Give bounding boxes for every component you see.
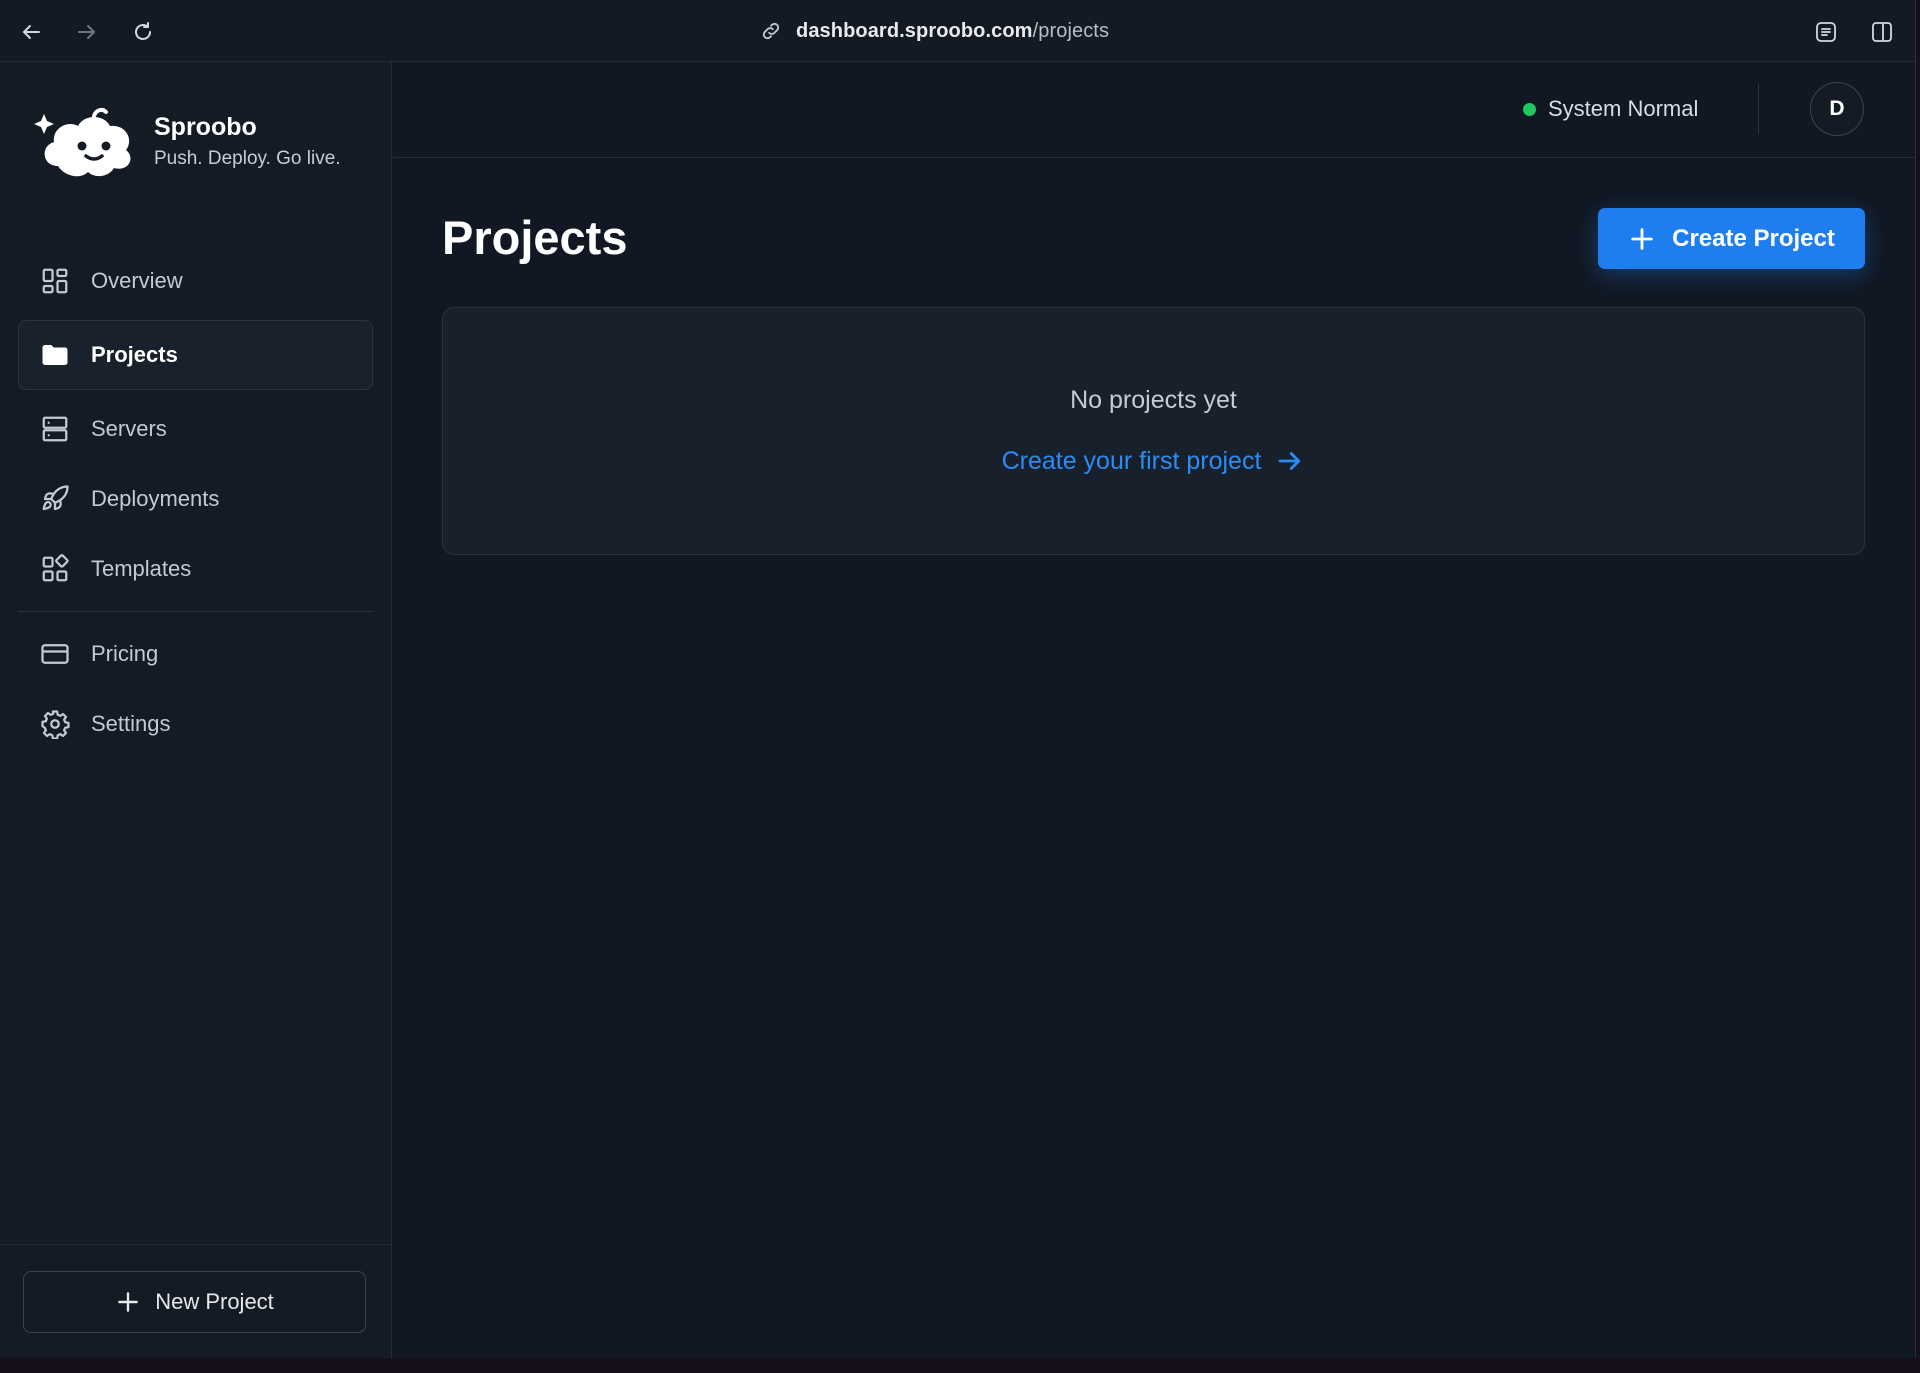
sidebar-item-label: Pricing — [91, 641, 159, 666]
create-project-button[interactable]: Create Project — [1598, 208, 1865, 269]
status-dot-icon — [1523, 102, 1536, 116]
back-icon[interactable] — [18, 19, 44, 45]
sidebar-item-label: Settings — [91, 711, 171, 736]
sidebar-item-projects[interactable]: Projects — [18, 320, 373, 390]
url-host: dashboard.sproobo.com — [796, 19, 1033, 42]
split-view-icon[interactable] — [1869, 19, 1895, 45]
create-project-label: Create Project — [1672, 224, 1835, 252]
brand-tagline: Push. Deploy. Go live. — [154, 147, 341, 169]
sidebar-item-templates[interactable]: Templates — [18, 534, 373, 604]
sidebar-item-label: Projects — [91, 342, 178, 367]
reload-icon[interactable] — [130, 19, 156, 45]
url-path: /projects — [1032, 19, 1110, 42]
page-title: Projects — [442, 211, 628, 264]
empty-state-card: No projects yet Create your first projec… — [442, 307, 1865, 555]
sidebar-divider — [18, 611, 373, 612]
credit-card-icon — [39, 638, 71, 670]
status-text: System Normal — [1548, 96, 1699, 121]
extension-icon[interactable] — [1813, 19, 1839, 45]
grid-icon — [39, 265, 71, 297]
sidebar-item-servers[interactable]: Servers — [18, 394, 373, 464]
create-first-project-label: Create your first project — [1001, 446, 1262, 475]
folder-icon — [39, 339, 71, 371]
link-icon — [762, 22, 780, 40]
plus-icon — [118, 1292, 139, 1312]
rocket-icon — [39, 483, 71, 515]
url-text: dashboard.sproobo.com/projects — [796, 20, 1109, 43]
create-first-project-link[interactable]: Create your first project — [443, 446, 1864, 476]
system-status[interactable]: System Normal — [1523, 96, 1698, 122]
sidebar-item-label: Overview — [91, 268, 183, 293]
sidebar-item-label: Templates — [91, 556, 192, 581]
topbar: System Normal D — [393, 62, 1915, 158]
templates-icon — [39, 553, 71, 585]
server-icon — [39, 413, 71, 445]
sidebar-item-settings[interactable]: Settings — [18, 689, 373, 759]
sidebar-footer: New Project — [0, 1244, 391, 1358]
sproobo-logo-icon — [34, 107, 131, 177]
topbar-divider — [1758, 84, 1759, 134]
sidebar-item-label: Servers — [91, 416, 167, 441]
brand[interactable]: Sproobo Push. Deploy. Go live. — [34, 96, 341, 184]
new-project-button[interactable]: New Project — [23, 1271, 366, 1333]
sidebar-nav: Overview Projects Servers Deployments Te… — [18, 246, 373, 759]
sidebar-item-pricing[interactable]: Pricing — [18, 619, 373, 689]
sidebar: Sproobo Push. Deploy. Go live. Overview … — [0, 62, 392, 1358]
sidebar-item-deployments[interactable]: Deployments — [18, 464, 373, 534]
plus-icon — [1631, 227, 1653, 250]
arrow-right-icon — [1279, 452, 1301, 470]
browser-toolbar: dashboard.sproobo.com/projects — [0, 0, 1915, 62]
app-window: dashboard.sproobo.com/projects Sproobo P… — [0, 0, 1916, 1358]
sidebar-item-overview[interactable]: Overview — [18, 246, 373, 316]
avatar[interactable]: D — [1810, 82, 1864, 136]
brand-name: Sproobo — [154, 112, 257, 141]
empty-state-message: No projects yet — [1070, 386, 1237, 414]
forward-icon[interactable] — [74, 19, 100, 45]
gear-icon — [39, 708, 71, 740]
sidebar-item-label: Deployments — [91, 486, 220, 511]
address-bar[interactable]: dashboard.sproobo.com/projects — [760, 16, 1109, 46]
new-project-label: New Project — [155, 1289, 274, 1314]
